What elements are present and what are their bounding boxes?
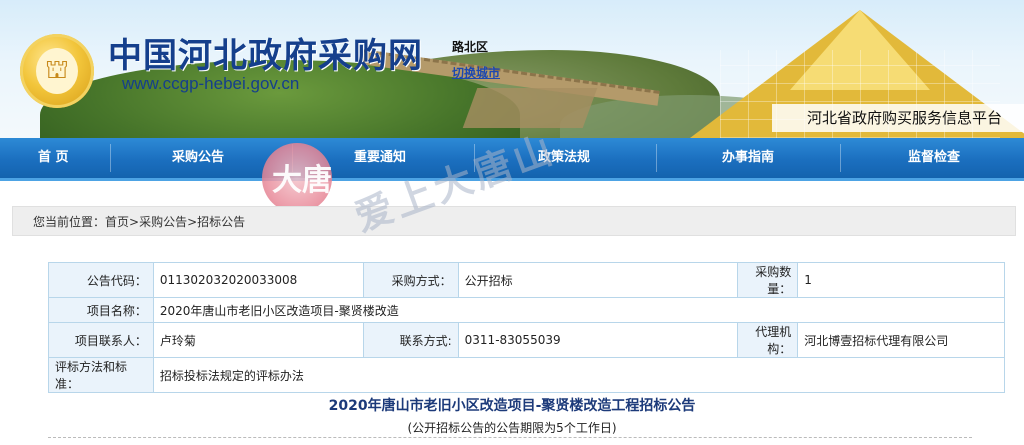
- contact-label: 项目联系人：: [48, 322, 154, 358]
- nav-divider: [110, 144, 111, 172]
- evaluation-value: 招标投标法规定的评标办法: [152, 357, 1006, 393]
- nav-divider: [840, 144, 841, 172]
- agent-value: 河北博壹招标代理有限公司: [797, 322, 1005, 358]
- logo-mark-icon: ⛫: [45, 55, 69, 85]
- breadcrumb-separator: >: [129, 215, 140, 229]
- notice-info-table: 公告代码： 011302032020033008 采购方式： 公开招标 采购数量…: [48, 262, 1006, 393]
- phone-value: 0311-83055039: [457, 322, 739, 358]
- table-row: 项目名称： 2020年唐山市老旧小区改造项目-聚贤楼改造: [48, 297, 1006, 323]
- current-region: 路北区: [452, 40, 489, 54]
- code-label: 公告代码：: [48, 262, 154, 298]
- nav-home[interactable]: 首 页: [38, 138, 69, 178]
- breadcrumb-procurement-link[interactable]: 采购公告: [139, 215, 187, 229]
- breadcrumb-separator: >: [187, 215, 198, 229]
- notice-title: 2020年唐山市老旧小区改造项目-聚贤楼改造工程招标公告: [328, 398, 696, 414]
- breadcrumb-prefix: 您当前位置：: [33, 215, 106, 229]
- breadcrumb-tender-link[interactable]: 招标公告: [197, 215, 245, 229]
- site-logo-icon[interactable]: ⛫: [20, 34, 94, 108]
- method-label: 采购方式：: [362, 262, 459, 298]
- project-name-label: 项目名称：: [48, 297, 154, 323]
- table-row: 公告代码： 011302032020033008 采购方式： 公开招标 采购数量…: [48, 262, 1005, 298]
- notice-subtitle: (公开招标公告的公告期限为5个工作日): [407, 421, 617, 435]
- switch-city-link[interactable]: 切换城市: [452, 64, 500, 81]
- phone-label: 联系方式:: [362, 322, 459, 358]
- divider: [48, 437, 972, 438]
- quantity-label: 采购数量：: [737, 262, 799, 298]
- nav-procurement-notice[interactable]: 采购公告: [172, 138, 224, 178]
- table-row: 项目联系人： 卢玲菊 联系方式: 0311-83055039 代理机构： 河北博…: [48, 322, 1005, 358]
- agent-label: 代理机构：: [737, 322, 799, 358]
- nav-supervision[interactable]: 监督检查: [908, 138, 960, 178]
- table-row: 评标方法和标准： 招标投标法规定的评标办法: [48, 357, 1006, 393]
- watermark-badge-text: 大唐: [272, 163, 332, 198]
- header-banner: ⛫ 中国河北政府采购网 www.ccgp-hebei.gov.cn 路北区 切换…: [0, 0, 1024, 138]
- platform-title: 河北省政府购买服务信息平台: [772, 104, 1024, 132]
- evaluation-label: 评标方法和标准：: [48, 357, 154, 393]
- nav-divider: [656, 144, 657, 172]
- code-value: 011302032020033008: [152, 262, 364, 298]
- breadcrumb: 您当前位置：首页>采购公告>招标公告: [12, 206, 1016, 236]
- breadcrumb-home-link[interactable]: 首页: [105, 215, 129, 229]
- quantity-value: 1: [797, 262, 1005, 298]
- contact-value: 卢玲菊: [152, 322, 364, 358]
- site-url: www.ccgp-hebei.gov.cn: [122, 74, 300, 93]
- nav-guide[interactable]: 办事指南: [722, 138, 774, 178]
- method-value: 公开招标: [457, 262, 739, 298]
- site-name[interactable]: 中国河北政府采购网: [108, 28, 423, 77]
- project-name-value: 2020年唐山市老旧小区改造项目-聚贤楼改造: [152, 297, 1006, 323]
